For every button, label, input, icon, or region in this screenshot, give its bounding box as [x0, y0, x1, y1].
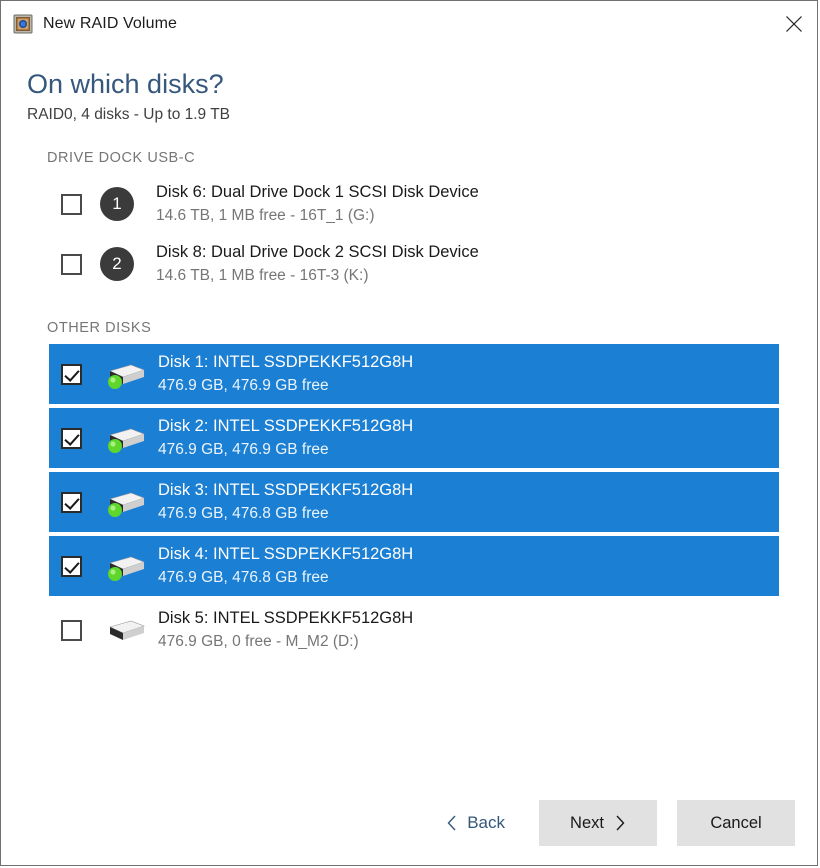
disk-checkbox[interactable] — [61, 193, 82, 215]
page-header: On which disks? RAID0, 4 disks - Up to 1… — [1, 47, 817, 124]
disk-info: Disk 1: INTEL SSDPEKKF512G8H 476.9 GB, 4… — [158, 352, 413, 395]
disk-info: Disk 5: INTEL SSDPEKKF512G8H 476.9 GB, 0… — [158, 608, 413, 651]
disk-details: 14.6 TB, 1 MB free - 16T-3 (K:) — [156, 267, 369, 285]
section-header-drive-dock: DRIVE DOCK USB-C — [47, 150, 196, 167]
disk-row[interactable]: Disk 1: INTEL SSDPEKKF512G8H 476.9 GB, 4… — [49, 344, 779, 405]
disk-details: 476.9 GB, 476.9 GB free — [158, 377, 329, 395]
page-subtitle: RAID0, 4 disks - Up to 1.9 TB — [27, 106, 231, 124]
disk-details: 476.9 GB, 476.8 GB free — [158, 569, 329, 587]
drive-icon-online — [100, 418, 148, 458]
disk-row[interactable]: Disk 5: INTEL SSDPEKKF512G8H 476.9 GB, 0… — [49, 600, 779, 660]
raid-volume-icon — [13, 14, 33, 34]
next-button-label: Next — [570, 813, 604, 832]
disk-name: Disk 8: Dual Drive Dock 2 SCSI Disk Devi… — [156, 243, 479, 262]
cancel-button-label: Cancel — [710, 813, 762, 832]
disk-row[interactable]: 2 Disk 8: Dual Drive Dock 2 SCSI Disk De… — [49, 234, 779, 294]
cancel-button[interactable]: Cancel — [677, 800, 795, 846]
disk-details: 476.9 GB, 0 free - M_M2 (D:) — [158, 633, 359, 651]
page-title: On which disks? — [27, 69, 224, 99]
disk-name: Disk 1: INTEL SSDPEKKF512G8H — [158, 353, 414, 372]
disk-selection-area: DRIVE DOCK USB-C 1 Disk 6: Dual Drive Do… — [1, 150, 817, 660]
disk-details: 476.9 GB, 476.9 GB free — [158, 441, 329, 459]
disk-checkbox[interactable] — [61, 427, 82, 449]
disk-row[interactable]: Disk 3: INTEL SSDPEKKF512G8H 476.9 GB, 4… — [49, 472, 779, 533]
window-title: New RAID Volume — [43, 15, 177, 32]
drive-icon-online — [100, 546, 148, 586]
chevron-left-icon — [446, 814, 458, 832]
next-button[interactable]: Next — [539, 800, 657, 846]
disk-info: Disk 2: INTEL SSDPEKKF512G8H 476.9 GB, 4… — [158, 416, 413, 459]
disk-checkbox[interactable] — [61, 555, 82, 577]
disk-list-other-disks: Disk 1: INTEL SSDPEKKF512G8H 476.9 GB, 4… — [1, 344, 817, 660]
disk-checkbox[interactable] — [61, 253, 82, 275]
back-button-label: Back — [467, 813, 505, 832]
disk-row[interactable]: Disk 2: INTEL SSDPEKKF512G8H 476.9 GB, 4… — [49, 408, 779, 469]
disk-name: Disk 4: INTEL SSDPEKKF512G8H — [158, 545, 414, 564]
disk-details: 14.6 TB, 1 MB free - 16T_1 (G:) — [156, 207, 375, 225]
disk-row[interactable]: Disk 4: INTEL SSDPEKKF512G8H 476.9 GB, 4… — [49, 536, 779, 597]
section-header-other-disks: OTHER DISKS — [47, 320, 152, 337]
disk-info: Disk 4: INTEL SSDPEKKF512G8H 476.9 GB, 4… — [158, 544, 413, 587]
disk-checkbox[interactable] — [61, 619, 82, 641]
disk-name: Disk 5: INTEL SSDPEKKF512G8H — [158, 609, 414, 628]
back-button[interactable]: Back — [446, 813, 505, 833]
disk-checkbox[interactable] — [61, 363, 82, 385]
disk-list-drive-dock: 1 Disk 6: Dual Drive Dock 1 SCSI Disk De… — [1, 174, 817, 294]
disk-details: 476.9 GB, 476.8 GB free — [158, 505, 329, 523]
drive-icon-online — [100, 482, 148, 522]
disk-name: Disk 3: INTEL SSDPEKKF512G8H — [158, 481, 414, 500]
dialog-footer: Back Next Cancel — [1, 781, 817, 865]
drive-icon — [100, 610, 148, 650]
disk-name: Disk 2: INTEL SSDPEKKF512G8H — [158, 417, 414, 436]
new-raid-volume-dialog: New RAID Volume On which disks? RAID0, 4… — [0, 0, 818, 866]
chevron-right-icon — [614, 814, 626, 832]
title-bar: New RAID Volume — [1, 1, 817, 47]
disk-info: Disk 8: Dual Drive Dock 2 SCSI Disk Devi… — [156, 242, 479, 285]
disk-row[interactable]: 1 Disk 6: Dual Drive Dock 1 SCSI Disk De… — [49, 174, 779, 234]
disk-checkbox[interactable] — [61, 491, 82, 513]
drive-icon-online — [100, 354, 148, 394]
disk-info: Disk 3: INTEL SSDPEKKF512G8H 476.9 GB, 4… — [158, 480, 413, 523]
disk-info: Disk 6: Dual Drive Dock 1 SCSI Disk Devi… — [156, 182, 479, 225]
close-icon[interactable] — [771, 1, 817, 47]
numbered-badge-icon: 2 — [100, 247, 134, 282]
numbered-badge-icon: 1 — [100, 187, 134, 222]
disk-name: Disk 6: Dual Drive Dock 1 SCSI Disk Devi… — [156, 183, 479, 202]
